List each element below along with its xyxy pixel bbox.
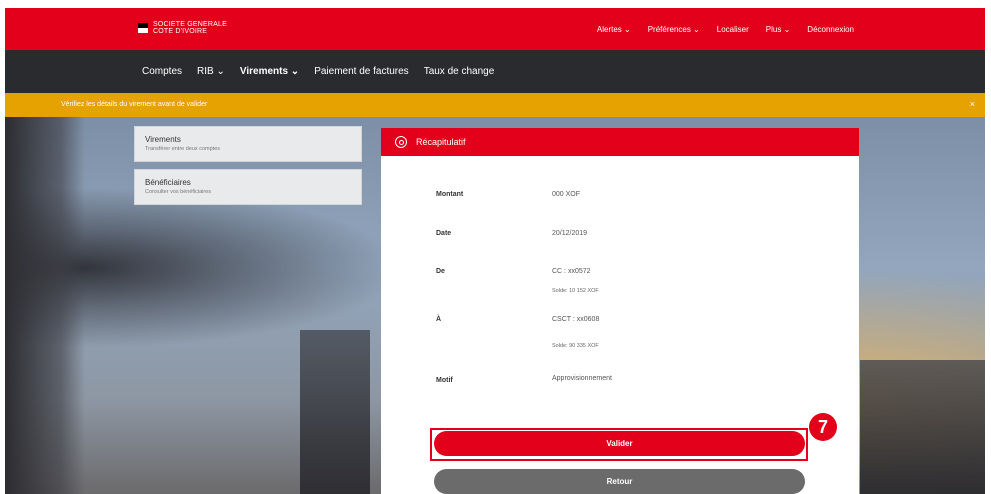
value-de: CC : xx0572 — [552, 268, 591, 275]
value-montant: 000 XOF — [552, 191, 581, 198]
app-frame: SOCIETE GENERALE COTE D'IVOIRE Alertes ⌄… — [0, 0, 991, 494]
summary-title: Récapitulatif — [416, 137, 466, 147]
logo-line1: SOCIETE GENERALE — [153, 21, 227, 28]
close-icon[interactable]: × — [970, 99, 975, 109]
menu-preferences[interactable]: Préférences ⌄ — [648, 25, 700, 34]
label-de: De — [436, 268, 445, 275]
sub-a: Solde: 90 335 XOF — [552, 343, 599, 349]
label-motif: Motif — [436, 377, 453, 384]
top-menu: Alertes ⌄ Préférences ⌄ Localiser Plus ⌄… — [597, 8, 854, 50]
sidebar-card-virements[interactable]: Virements Transférer entre deux comptes — [134, 126, 362, 162]
value-a: CSCT : xx0608 — [552, 316, 600, 323]
alert-text: Vérifiez les détails du virement avant d… — [61, 101, 208, 108]
nav-taux-change[interactable]: Taux de change — [424, 66, 495, 77]
card-subtitle: Transférer entre deux comptes — [145, 146, 220, 152]
sidebar-card-beneficiaires[interactable]: Bénéficiaires Consulter vos bénéficiaire… — [134, 169, 362, 205]
nav-paiement-factures[interactable]: Paiement de factures — [314, 66, 409, 77]
settings-icon — [395, 136, 407, 148]
value-date: 20/12/2019 — [552, 230, 588, 237]
logo-text: SOCIETE GENERALE COTE D'IVOIRE — [153, 21, 227, 35]
background-building-left — [5, 117, 85, 494]
background-building-right — [860, 360, 985, 494]
bank-logo[interactable]: SOCIETE GENERALE COTE D'IVOIRE — [138, 21, 227, 35]
nav-rib[interactable]: RIB ⌄ — [197, 66, 225, 77]
back-button[interactable]: Retour — [434, 469, 805, 494]
logo-icon — [138, 23, 148, 33]
sub-de: Solde: 10 152 XOF — [552, 288, 599, 294]
summary-header: Récapitulatif — [381, 128, 859, 156]
card-title: Bénéficiaires — [145, 178, 191, 187]
label-date: Date — [436, 230, 452, 237]
logo-line2: COTE D'IVOIRE — [153, 28, 208, 35]
card-title: Virements — [145, 135, 181, 144]
step-badge: 7 — [809, 413, 837, 441]
card-subtitle: Consulter vos bénéficiaires — [145, 189, 212, 195]
label-montant: Montant — [436, 191, 464, 198]
nav-virements[interactable]: Virements ⌄ — [240, 66, 299, 77]
menu-logout[interactable]: Déconnexion — [807, 25, 854, 34]
highlight-box — [430, 428, 808, 461]
main-nav: Comptes RIB ⌄ Virements ⌄ Paiement de fa… — [5, 50, 985, 93]
menu-locate[interactable]: Localiser — [717, 25, 749, 34]
background-building-center — [300, 330, 370, 494]
value-motif: Approvisionnement — [552, 375, 612, 382]
alert-banner: Vérifiez les détails du virement avant d… — [5, 93, 985, 117]
nav-comptes[interactable]: Comptes — [142, 66, 182, 77]
menu-more[interactable]: Plus ⌄ — [766, 25, 791, 34]
label-a: À — [436, 316, 442, 323]
menu-alerts[interactable]: Alertes ⌄ — [597, 25, 631, 34]
top-bar: SOCIETE GENERALE COTE D'IVOIRE Alertes ⌄… — [5, 8, 985, 50]
